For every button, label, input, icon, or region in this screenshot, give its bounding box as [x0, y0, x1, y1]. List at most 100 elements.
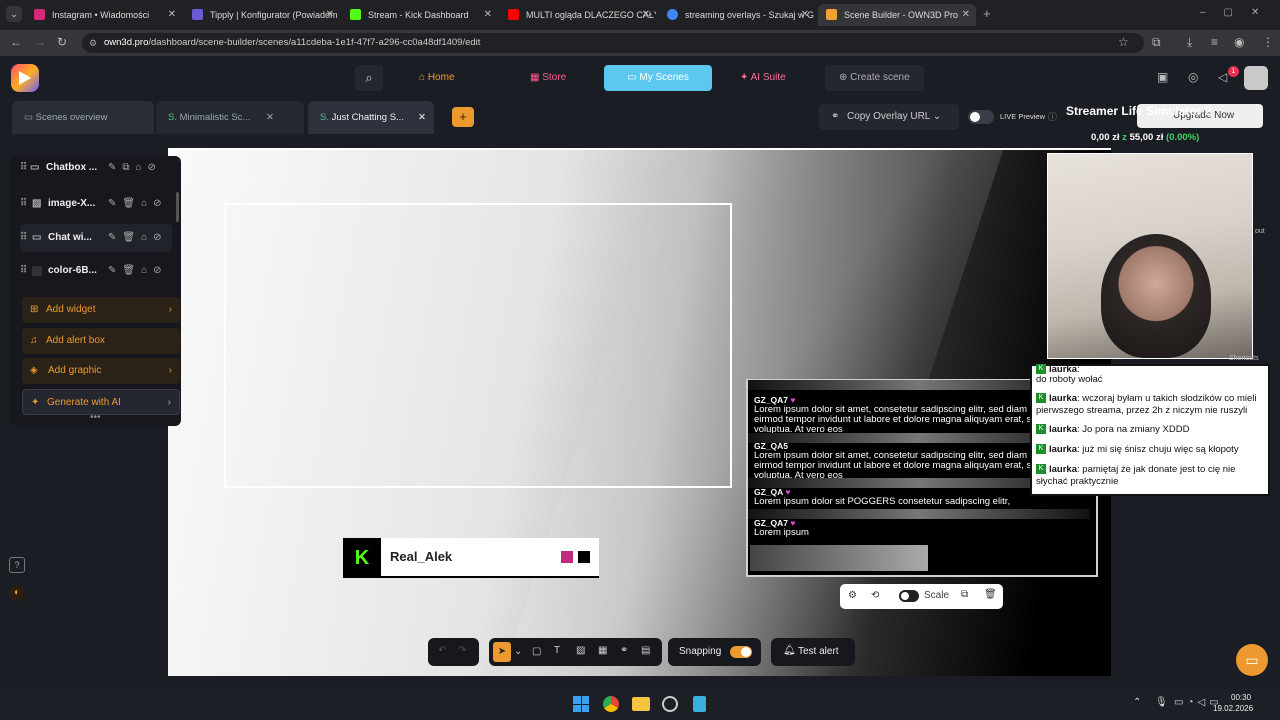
chevron-down-icon[interactable]: ⌄ — [514, 646, 522, 657]
clock-time[interactable]: 00:30 — [1231, 693, 1251, 702]
browser-tab-instagram[interactable]: Instagram • Wiadomości ✕ — [26, 4, 182, 26]
layer-actions[interactable]: ✎🗑⌂⊘ — [108, 257, 168, 285]
link-tool-icon[interactable]: ⚭ — [620, 645, 628, 656]
download-icon[interactable]: ⤓ — [1187, 35, 1192, 50]
drag-handle-icon[interactable]: ⠿ — [20, 154, 27, 182]
text-tool-icon[interactable]: T — [554, 645, 560, 656]
layer-item-image[interactable]: ⠿ ▨ image-X... ✎🗑⌂⊘ — [20, 190, 172, 218]
obs-icon[interactable] — [662, 696, 678, 712]
redo-icon[interactable]: ↷ — [458, 645, 466, 656]
create-scene-button[interactable]: ⊕ Create scene — [825, 65, 924, 91]
close-tab-icon[interactable]: ✕ — [326, 4, 334, 26]
tab-minimalistic-scene[interactable]: S. Minimalistic Sc... ✕ — [156, 101, 304, 134]
close-tab-icon[interactable]: ✕ — [962, 4, 970, 26]
browser-tab-google[interactable]: streaming overlays - Szukaj w G ✕ — [659, 4, 815, 26]
microphone-icon[interactable]: 🎙︎ — [1155, 697, 1168, 708]
replace-icon[interactable]: ⟲ — [871, 590, 879, 601]
browser-tab-own3d[interactable]: Scene Builder - OWN3D Pro ✕ — [818, 4, 976, 26]
close-tab-icon[interactable]: ✕ — [642, 4, 650, 26]
nav-my-scenes[interactable]: ▭ My Scenes — [604, 65, 712, 91]
add-widget-button[interactable]: ⊞ Add widget › — [22, 297, 180, 323]
rectangle-tool-icon[interactable]: ▢ — [532, 646, 541, 657]
monitor-icon[interactable]: ▣ — [1157, 70, 1168, 84]
nav-ai-suite[interactable]: ✦ AI Suite — [726, 65, 800, 91]
new-tab-icon[interactable]: + — [983, 6, 991, 21]
reload-icon[interactable]: ↻ — [57, 35, 67, 49]
duplicate-icon[interactable]: ⧉ — [961, 589, 968, 600]
select-tool-icon[interactable]: ➤ — [493, 642, 511, 662]
generate-with-ai-button[interactable]: ✦ Generate with AI › — [22, 389, 180, 415]
scenes-overview-tab[interactable]: ▭ Scenes overview — [12, 101, 154, 134]
nav-store[interactable]: ▦ Store — [516, 65, 580, 91]
close-tab-icon[interactable]: ✕ — [266, 101, 274, 134]
close-tab-icon[interactable]: ✕ — [168, 4, 176, 26]
forward-icon[interactable]: → — [34, 35, 46, 49]
more-dots-icon[interactable]: ••• — [90, 412, 101, 423]
playlist-icon[interactable]: ≡ — [1211, 35, 1218, 49]
kick-name-bar[interactable]: K Real_Alek — [343, 538, 599, 578]
widget-tool-icon[interactable]: ▤ — [641, 645, 650, 656]
close-tab-icon[interactable]: ✕ — [801, 4, 809, 26]
layer-actions[interactable]: ✎⧉⌂⊘ — [108, 154, 162, 182]
media-tool-icon[interactable]: ▦ — [598, 645, 607, 656]
layer-actions[interactable]: ✎🗑⌂⊘ — [108, 224, 168, 252]
copy-overlay-url-button[interactable]: ⚭ Copy Overlay URL ⌄ — [819, 104, 959, 130]
url-input[interactable]: ⚙ own3d.pro/dashboard/scene-builder/scen… — [82, 33, 1144, 53]
layer-actions[interactable]: ✎🗑⌂⊘ — [108, 190, 168, 218]
trash-icon[interactable]: 🗑 — [984, 589, 997, 600]
add-graphic-button[interactable]: ◈ Add graphic › — [22, 358, 180, 384]
live-preview-toggle[interactable] — [968, 110, 994, 124]
window-controls[interactable]: –▢✕ — [1200, 7, 1277, 18]
tab-just-chatting-scene[interactable]: S. Just Chatting S... ✕ — [308, 101, 434, 134]
megaphone-icon[interactable]: ◁ — [1218, 70, 1227, 84]
layer-item-chatbox[interactable]: ⠿ ▭ Chatbox ... ✎⧉⌂⊘ — [20, 154, 172, 182]
add-alert-box-button[interactable]: ♫ Add alert box — [22, 328, 180, 354]
chrome-icon[interactable] — [603, 696, 619, 712]
image-tool-icon[interactable]: ▨ — [576, 645, 585, 656]
close-tab-icon[interactable]: ✕ — [484, 4, 492, 26]
file-explorer-icon[interactable] — [632, 697, 650, 711]
nav-home[interactable]: ⌂ Home — [405, 65, 469, 91]
drag-handle-icon[interactable]: ⠿ — [20, 257, 27, 285]
feedback-icon[interactable]: ? — [9, 557, 25, 573]
fire-icon[interactable]: ◐ — [9, 585, 25, 601]
tray-chevron-icon[interactable]: ⌃ — [1133, 697, 1141, 708]
scale-toggle[interactable] — [899, 590, 919, 602]
youtube-icon — [508, 9, 519, 20]
stream-game-title: Streamer Life Simulator 2 — [1066, 104, 1212, 118]
test-alert-button[interactable]: 🔔︎ Test alert — [771, 638, 855, 666]
site-info-icon[interactable]: ⚙ — [89, 33, 97, 53]
scrollbar[interactable] — [176, 192, 179, 222]
drag-handle-icon[interactable]: ⠿ — [20, 224, 27, 252]
close-tab-icon[interactable]: ✕ — [418, 101, 426, 134]
webcam-frame-placeholder[interactable] — [224, 203, 732, 488]
menu-dots-icon[interactable]: ⋮ — [1262, 35, 1274, 49]
add-scene-tab-button[interactable]: + — [452, 107, 474, 127]
search-icon[interactable]: ⌕ — [355, 65, 383, 91]
settings-icon[interactable]: ⚙ — [848, 590, 857, 601]
chevron-right-icon: › — [168, 304, 172, 315]
browser-tab-kick[interactable]: Stream - Kick Dashboard ✕ — [342, 4, 498, 26]
help-icon[interactable]: ⓘ — [1048, 110, 1057, 123]
chevron-right-icon: › — [168, 365, 172, 376]
tab-search-icon[interactable]: ⌄ — [6, 6, 22, 22]
coin-icon[interactable]: ◎ — [1188, 70, 1198, 84]
profile-icon[interactable]: ◉ — [1234, 35, 1244, 49]
extensions-icon[interactable]: ⧉ — [1152, 35, 1161, 50]
clock-date[interactable]: 19.02.2026 — [1213, 704, 1253, 713]
undo-icon[interactable]: ↶ — [438, 645, 446, 656]
browser-tab-youtube[interactable]: MULTI ogląda DLACZEGO CAŁY ✕ — [500, 4, 656, 26]
windows-start-icon[interactable] — [573, 696, 589, 712]
drag-handle-icon[interactable]: ⠿ — [20, 190, 27, 218]
notepad-icon[interactable] — [693, 696, 706, 712]
avatar[interactable] — [1244, 66, 1268, 90]
browser-tab-tipply[interactable]: Tipply | Konfigurator (Powiadom ✕ — [184, 4, 340, 26]
chat-support-button[interactable]: ▭ — [1236, 644, 1268, 676]
layer-item-color[interactable]: ⠿ color-6B... ✎🗑⌂⊘ — [20, 257, 172, 285]
snapping-toggle[interactable] — [730, 646, 752, 658]
scene-canvas[interactable]: K Real_Alek GZ_QA7 ♥ Lorem ipsum dolor s… — [168, 148, 1111, 676]
layer-item-chat-widget[interactable]: ⠿ ▭ Chat wi... ✎🗑⌂⊘ — [20, 224, 172, 252]
own3d-logo[interactable] — [11, 64, 39, 92]
bookmark-star-icon[interactable]: ☆ — [1118, 35, 1129, 49]
back-icon[interactable]: ← — [10, 35, 22, 49]
